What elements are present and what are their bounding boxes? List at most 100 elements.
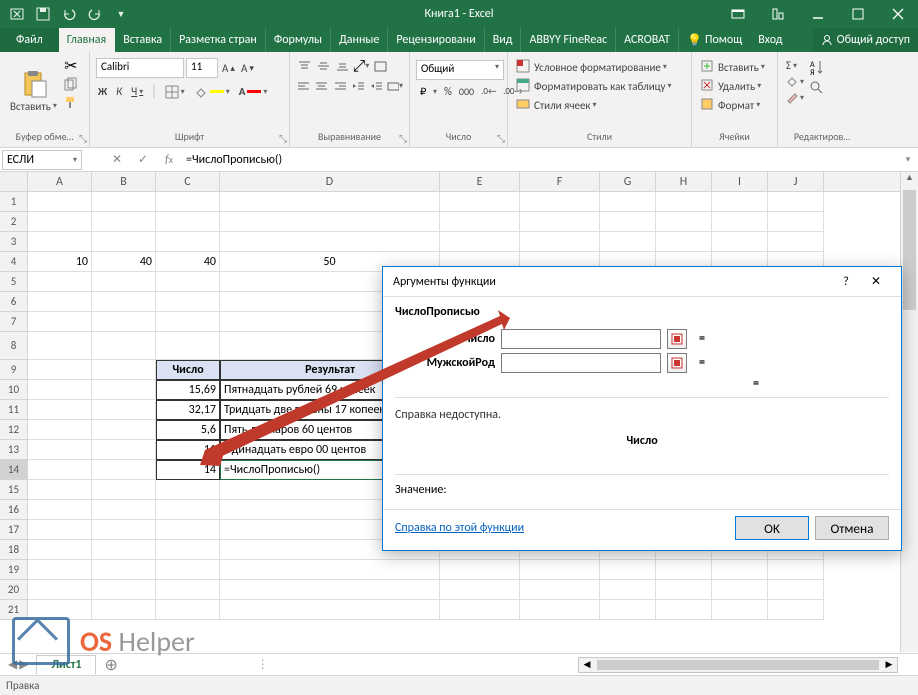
cell[interactable]	[28, 380, 92, 400]
format-painter-icon[interactable]	[63, 94, 79, 110]
cell[interactable]	[28, 272, 92, 292]
row-header[interactable]: 13	[0, 440, 28, 460]
cell[interactable]	[156, 332, 220, 360]
fill-icon[interactable]: ▾	[784, 75, 806, 89]
cell[interactable]: 15,69	[156, 380, 220, 400]
cell[interactable]	[220, 560, 440, 580]
cell[interactable]	[440, 232, 520, 252]
cell[interactable]	[28, 500, 92, 520]
cell[interactable]	[28, 580, 92, 600]
row-header[interactable]: 15	[0, 480, 28, 500]
cell[interactable]	[600, 560, 656, 580]
paste-icon[interactable]	[19, 69, 47, 99]
format-table-button[interactable]: Форматировать как таблицу▾	[514, 77, 685, 95]
cell[interactable]	[156, 292, 220, 312]
sort-filter-icon[interactable]: AЯ	[808, 58, 826, 78]
cell[interactable]	[656, 580, 712, 600]
cell[interactable]	[520, 212, 600, 232]
currency-icon[interactable]: ₽▾	[416, 84, 439, 99]
cell[interactable]	[220, 232, 440, 252]
cell[interactable]	[520, 192, 600, 212]
row-header[interactable]: 17	[0, 520, 28, 540]
cell[interactable]	[600, 212, 656, 232]
cell[interactable]	[92, 520, 156, 540]
row-header[interactable]: 2	[0, 212, 28, 232]
cell[interactable]	[440, 560, 520, 580]
cell[interactable]	[92, 232, 156, 252]
cell[interactable]	[768, 212, 824, 232]
expand-formula-bar-icon[interactable]: ▾	[898, 154, 918, 165]
merge-icon[interactable]: ▾	[387, 78, 403, 94]
row-header[interactable]: 21	[0, 600, 28, 620]
cell[interactable]	[712, 212, 768, 232]
dialog-launcher-icon[interactable]: ⤡	[497, 132, 505, 145]
cell[interactable]: 40	[92, 252, 156, 272]
col-header[interactable]: C	[156, 172, 220, 191]
cell[interactable]	[92, 460, 156, 480]
cell[interactable]	[156, 580, 220, 600]
col-header[interactable]: H	[656, 172, 712, 191]
cell-styles-button[interactable]: Стили ячеек▾	[514, 96, 685, 114]
insert-cells-button[interactable]: Вставить▾	[698, 58, 771, 76]
minimize-button[interactable]	[798, 0, 838, 28]
cell[interactable]	[28, 440, 92, 460]
col-header[interactable]: I	[712, 172, 768, 191]
copy-icon[interactable]	[63, 76, 79, 92]
cell[interactable]	[92, 540, 156, 560]
row-header[interactable]: 7	[0, 312, 28, 332]
font-name-combo[interactable]: Calibri	[96, 58, 184, 78]
cell[interactable]	[28, 480, 92, 500]
cell[interactable]	[156, 480, 220, 500]
cell[interactable]	[220, 212, 440, 232]
arg1-input[interactable]	[501, 329, 661, 349]
cell[interactable]	[156, 600, 220, 620]
row-header[interactable]: 12	[0, 420, 28, 440]
tab-tell-me[interactable]: 💡Помощ	[679, 28, 750, 52]
cell[interactable]	[600, 232, 656, 252]
enter-formula-icon[interactable]: ✓	[130, 149, 156, 171]
cell[interactable]	[440, 600, 520, 620]
cell[interactable]	[28, 360, 92, 380]
cell[interactable]	[440, 212, 520, 232]
cell[interactable]	[156, 272, 220, 292]
tab-formulas[interactable]: Формулы	[266, 28, 331, 52]
cell[interactable]	[712, 600, 768, 620]
save-icon[interactable]	[32, 3, 54, 25]
close-button[interactable]	[878, 0, 918, 28]
row-header[interactable]: 9	[0, 360, 28, 380]
cell[interactable]	[92, 332, 156, 360]
align-left-icon[interactable]	[296, 78, 311, 94]
tab-abbyy[interactable]: ABBYY FineReac	[521, 28, 616, 52]
undo-icon[interactable]	[58, 3, 80, 25]
cell[interactable]	[440, 580, 520, 600]
cell[interactable]	[220, 580, 440, 600]
tab-insert[interactable]: Вставка	[115, 28, 171, 52]
vertical-scrollbar[interactable]: ▲	[900, 172, 918, 652]
cell[interactable]	[156, 232, 220, 252]
align-center-icon[interactable]	[314, 78, 329, 94]
borders-icon[interactable]: ▾	[163, 84, 187, 100]
row-header[interactable]: 14	[0, 460, 28, 480]
tab-view[interactable]: Вид	[485, 28, 522, 52]
cell[interactable]	[92, 400, 156, 420]
dialog-launcher-icon[interactable]: ⤡	[79, 132, 87, 145]
cell[interactable]: 5,6	[156, 420, 220, 440]
fill-color-icon[interactable]: ▾	[192, 84, 232, 100]
cell[interactable]	[92, 312, 156, 332]
name-box[interactable]: ЕСЛИ▾	[2, 150, 82, 170]
align-right-icon[interactable]	[332, 78, 347, 94]
align-bottom-icon[interactable]	[334, 58, 350, 74]
cell[interactable]	[156, 520, 220, 540]
col-header[interactable]: F	[520, 172, 600, 191]
delete-cells-button[interactable]: Удалить▾	[698, 77, 771, 95]
cell[interactable]	[768, 580, 824, 600]
row-header[interactable]: 3	[0, 232, 28, 252]
cell[interactable]: 40	[156, 252, 220, 272]
cell[interactable]	[712, 192, 768, 212]
fx-icon[interactable]: fx	[156, 149, 182, 171]
select-all-corner[interactable]	[0, 172, 28, 191]
tab-layout[interactable]: Разметка стран	[171, 28, 266, 52]
cell[interactable]	[28, 292, 92, 312]
row-header[interactable]: 20	[0, 580, 28, 600]
clear-icon[interactable]: ▾	[784, 91, 806, 105]
